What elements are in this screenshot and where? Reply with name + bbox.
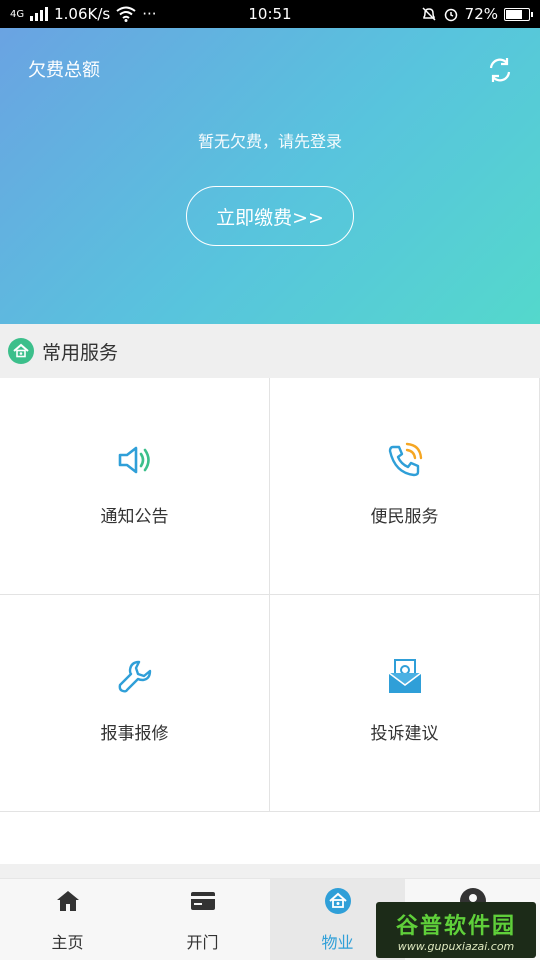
tab-open-door[interactable]: 开门 — [135, 879, 270, 960]
tab-home[interactable]: 主页 — [0, 879, 135, 960]
common-services-header: 常用服务 — [0, 324, 540, 378]
arrears-header: 欠费总额 暂无欠费，请先登录 立即缴费>> — [0, 28, 540, 324]
arrears-total-title: 欠费总额 — [28, 60, 100, 81]
battery-percent: 72% — [464, 5, 498, 23]
phone-icon — [388, 442, 422, 477]
service-label: 投诉建议 — [370, 724, 439, 744]
property-house-icon — [8, 338, 34, 364]
tab-label: 主页 — [51, 933, 84, 952]
service-label: 通知公告 — [100, 507, 169, 527]
pay-now-button[interactable]: 立即缴费>> — [186, 186, 354, 246]
alarm-icon — [444, 8, 457, 22]
wifi-icon — [116, 6, 136, 22]
service-label: 便民服务 — [370, 507, 439, 527]
envelope-icon — [388, 659, 421, 693]
section-title: 常用服务 — [42, 341, 119, 364]
service-notice[interactable]: 通知公告 — [0, 378, 270, 595]
card-icon — [190, 892, 215, 910]
tab-label: 开门 — [186, 933, 219, 952]
service-repair[interactable]: 报事报修 — [0, 595, 270, 812]
tab-label: 物业 — [321, 933, 354, 952]
property-icon — [324, 888, 351, 914]
speaker-icon — [118, 446, 150, 474]
site-watermark: 谷普软件园 www.gupuxiazai.com — [376, 902, 536, 958]
more-dots: ··· — [142, 5, 157, 23]
service-complaint[interactable]: 投诉建议 — [270, 595, 540, 812]
network-type: 4G — [10, 8, 25, 20]
services-grid: 通知公告 便民服务 报事报修 投诉建议 — [0, 378, 540, 812]
wrench-icon — [118, 660, 151, 693]
watermark-url: www.gupuxiazai.com — [397, 939, 515, 953]
watermark-title: 谷普软件园 — [395, 913, 516, 939]
refresh-icon[interactable] — [486, 56, 514, 84]
battery-icon — [504, 7, 533, 21]
bell-muted-icon — [422, 7, 436, 21]
status-bar: 4G 1.06K/s ··· 10:51 72% — [0, 0, 540, 28]
service-label: 报事报修 — [100, 724, 169, 744]
network-speed: 1.06K/s — [54, 5, 111, 23]
arrears-message: 暂无欠费，请先登录 — [197, 132, 342, 151]
signal-icon — [30, 7, 49, 21]
divider — [0, 864, 540, 878]
home-icon — [56, 891, 79, 911]
service-convenience[interactable]: 便民服务 — [270, 378, 540, 595]
